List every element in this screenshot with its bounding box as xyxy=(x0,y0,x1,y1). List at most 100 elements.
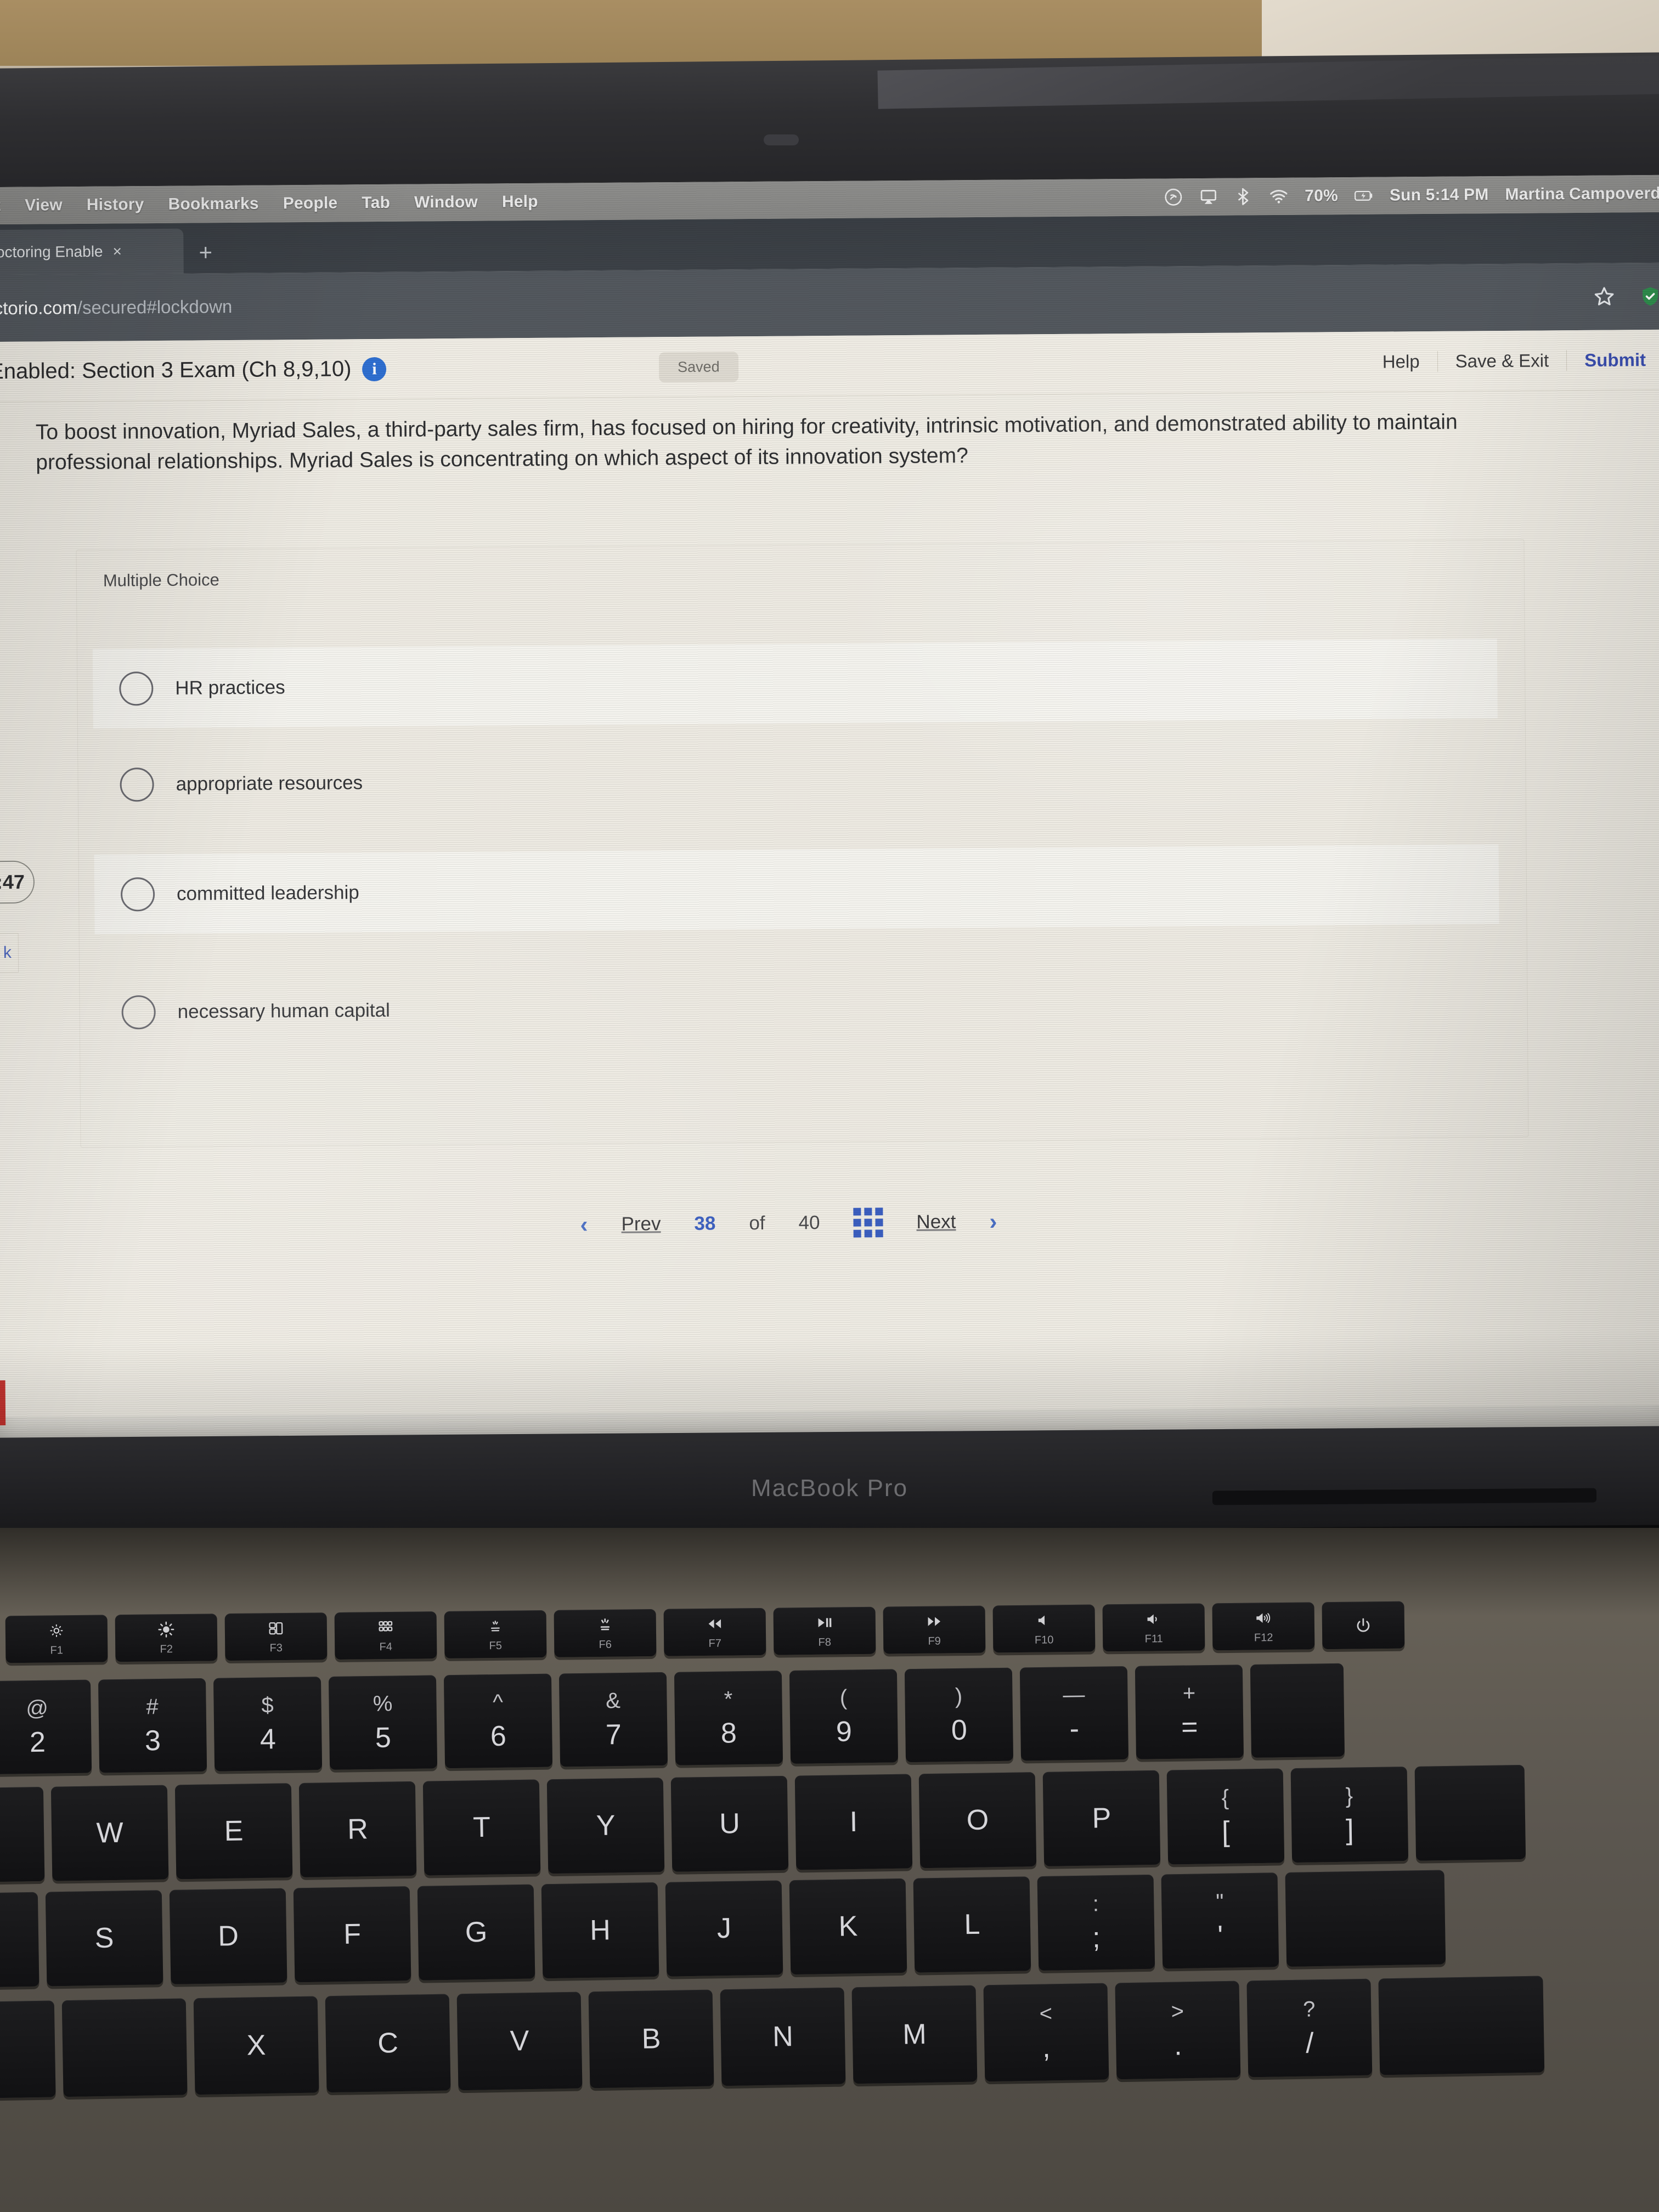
key-q[interactable] xyxy=(0,1786,45,1883)
key-5[interactable]: % 5 xyxy=(328,1675,438,1770)
menu-item-view[interactable]: View xyxy=(25,196,63,215)
key-l[interactable]: L xyxy=(913,1876,1031,1973)
answer-option-1[interactable]: appropriate resources xyxy=(93,735,1498,825)
key-f2[interactable]: F2 xyxy=(115,1613,218,1662)
key-n[interactable]: N xyxy=(720,1987,846,2086)
key-r[interactable]: R xyxy=(298,1781,417,1877)
airplay-icon[interactable] xyxy=(1199,188,1218,206)
shazam-icon[interactable] xyxy=(1164,188,1183,206)
key-e[interactable]: E xyxy=(174,1783,293,1880)
next-question-button[interactable]: Next xyxy=(916,1211,956,1233)
key-w[interactable]: W xyxy=(50,1785,169,1881)
key-2[interactable]: @2 xyxy=(0,1679,92,1775)
key-m[interactable]: M xyxy=(851,1985,978,2084)
key-period[interactable]: >. xyxy=(1115,1980,1241,2080)
key-hyphen[interactable]: — - xyxy=(1019,1666,1129,1761)
key-7[interactable]: & 7 xyxy=(558,1672,668,1767)
key-d[interactable]: D xyxy=(169,1888,287,1984)
key-quote[interactable]: " ' xyxy=(1161,1872,1279,1969)
shield-icon[interactable] xyxy=(1639,285,1659,308)
key-shift-right[interactable] xyxy=(1378,1976,1545,2075)
key-f10[interactable]: F10 xyxy=(992,1604,1096,1653)
bluetooth-icon[interactable] xyxy=(1234,187,1253,206)
key-shift-left[interactable] xyxy=(0,2000,56,2100)
key-delete[interactable] xyxy=(1250,1663,1345,1758)
answer-option-2[interactable]: committed leadership xyxy=(94,844,1499,934)
menu-item-bookmarks[interactable]: Bookmarks xyxy=(168,195,258,214)
key-f4[interactable]: F4 xyxy=(334,1611,437,1660)
menu-bar-username[interactable]: Martina Campoverde xyxy=(1505,184,1659,204)
key-f1[interactable]: F1 xyxy=(5,1615,108,1663)
key-u[interactable]: U xyxy=(670,1775,789,1872)
key-k[interactable]: K xyxy=(789,1878,907,1975)
key-f3[interactable]: F3 xyxy=(224,1612,328,1661)
key-0[interactable]: ) 0 xyxy=(904,1667,1014,1763)
menu-item-people[interactable]: People xyxy=(283,194,338,213)
menu-item-history[interactable]: History xyxy=(87,195,144,215)
key-bracket-right[interactable]: }] xyxy=(1290,1767,1409,1863)
radio-button-1[interactable] xyxy=(120,767,154,802)
key-b[interactable]: B xyxy=(588,1989,714,2089)
key-f11[interactable]: F11 xyxy=(1102,1603,1205,1652)
key-z[interactable] xyxy=(61,1998,188,2097)
key-6[interactable]: ^ 6 xyxy=(443,1673,553,1769)
key-f5[interactable]: F5 xyxy=(444,1610,547,1658)
key-f12[interactable]: F12 xyxy=(1212,1602,1315,1651)
key-return[interactable] xyxy=(1285,1870,1446,1967)
new-tab-button[interactable]: + xyxy=(199,239,212,266)
key-9[interactable]: (9 xyxy=(789,1669,899,1764)
key-f9[interactable]: F9 xyxy=(883,1605,986,1654)
key-y[interactable]: Y xyxy=(546,1778,665,1874)
answer-option-0[interactable]: HR practices xyxy=(92,639,1498,729)
battery-percentage[interactable]: 70% xyxy=(1305,187,1338,205)
key-i[interactable]: I xyxy=(794,1774,913,1870)
key-s[interactable]: S xyxy=(45,1890,163,1987)
key-bracket-left[interactable]: {[ xyxy=(1166,1768,1285,1865)
key-equals[interactable]: + = xyxy=(1135,1664,1244,1759)
menu-item-edit[interactable]: dit xyxy=(0,196,1,215)
key-8[interactable]: * 8 xyxy=(674,1671,783,1765)
mark-question-button[interactable]: k xyxy=(0,933,19,974)
key-backslash[interactable] xyxy=(1414,1764,1526,1861)
save-and-exit-button[interactable]: Save & Exit xyxy=(1437,349,1567,372)
radio-button-2[interactable] xyxy=(120,877,155,911)
key-f8[interactable]: F8 xyxy=(773,1606,876,1655)
star-icon[interactable] xyxy=(1593,285,1616,308)
key-o[interactable]: O xyxy=(918,1772,1037,1869)
menu-item-window[interactable]: Window xyxy=(414,193,478,212)
side-tab-indicator[interactable]: w xyxy=(0,1380,6,1426)
next-chevron-icon[interactable]: › xyxy=(989,1209,997,1235)
key-power[interactable] xyxy=(1322,1601,1405,1650)
key-x[interactable]: X xyxy=(193,1996,319,2095)
battery-charging-icon[interactable] xyxy=(1355,187,1373,205)
key-4[interactable]: $4 xyxy=(213,1677,323,1771)
key-p[interactable]: P xyxy=(1042,1770,1161,1866)
close-icon[interactable]: × xyxy=(112,242,122,260)
menu-item-help[interactable]: Help xyxy=(502,193,538,211)
key-3[interactable]: #3 xyxy=(98,1678,207,1773)
key-h[interactable]: H xyxy=(541,1882,659,1979)
key-t[interactable]: T xyxy=(422,1779,541,1876)
prev-question-button[interactable]: Prev xyxy=(621,1213,661,1235)
menu-bar-clock[interactable]: Sun 5:14 PM xyxy=(1390,185,1489,205)
info-icon[interactable]: i xyxy=(362,357,387,381)
radio-button-0[interactable] xyxy=(119,671,154,706)
key-f7[interactable]: F7 xyxy=(663,1607,766,1656)
menu-item-tab[interactable]: Tab xyxy=(362,194,390,212)
key-v[interactable]: V xyxy=(456,1991,583,2091)
key-f6[interactable]: F6 xyxy=(554,1609,657,1657)
help-button[interactable]: Help xyxy=(1365,351,1437,372)
key-slash[interactable]: ? / xyxy=(1246,1978,1373,2078)
answer-option-3[interactable]: necessary human capital xyxy=(95,962,1500,1052)
key-a[interactable] xyxy=(0,1892,40,1988)
radio-button-3[interactable] xyxy=(121,995,156,1029)
prev-chevron-icon[interactable]: ‹ xyxy=(580,1211,588,1238)
key-j[interactable]: J xyxy=(665,1880,783,1977)
key-comma[interactable]: <, xyxy=(983,1983,1109,2082)
key-c[interactable]: C xyxy=(325,1994,451,2093)
key-g[interactable]: G xyxy=(417,1884,535,1980)
key-semicolon[interactable]: :; xyxy=(1037,1874,1155,1971)
question-grid-icon[interactable] xyxy=(853,1207,883,1238)
submit-button[interactable]: Submit xyxy=(1566,349,1659,371)
wifi-icon[interactable] xyxy=(1269,187,1288,206)
